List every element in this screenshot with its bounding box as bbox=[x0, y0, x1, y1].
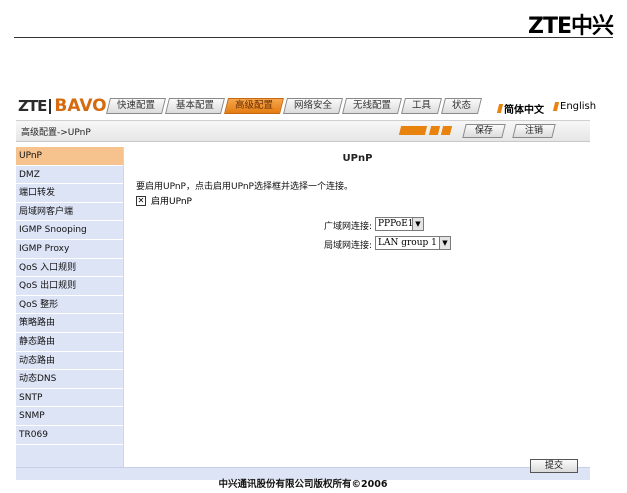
sidebar-item-dmz[interactable]: DMZ bbox=[16, 165, 123, 185]
tab-label: 快速配置 bbox=[117, 100, 156, 111]
chevron-down-icon: ▼ bbox=[439, 237, 450, 249]
sidebar-item-igmp-snooping[interactable]: IGMP Snooping bbox=[16, 221, 123, 240]
orange-stripe-decor bbox=[398, 126, 428, 135]
enable-upnp-checkbox[interactable]: ✕ bbox=[136, 195, 146, 206]
header-rule bbox=[14, 37, 613, 38]
zte-bavo-logo: ZTE BAVO bbox=[18, 96, 107, 116]
sidebar-item-dynamic-dns[interactable]: 动态DNS bbox=[16, 370, 123, 389]
tab-basic-config[interactable]: 基本配置 bbox=[165, 98, 226, 114]
tab-label: 高级配置 bbox=[235, 100, 274, 111]
main-tabs: 快速配置 基本配置 高级配置 网络安全 无线配置 工具 状态 bbox=[106, 98, 483, 114]
tab-label: 网络安全 bbox=[294, 100, 333, 111]
top-nav-bar: ZTE BAVO 快速配置 基本配置 高级配置 网络安全 无线配置 工具 状态 … bbox=[16, 96, 596, 116]
sidebar-item-tr069[interactable]: TR069 bbox=[16, 425, 123, 445]
tab-label: 状态 bbox=[452, 100, 472, 111]
lang-zh-label: 简体中文 bbox=[504, 105, 544, 116]
wan-connection-select[interactable]: PPPoE1 ▼ bbox=[375, 217, 424, 231]
sidebar-item-igmp-proxy[interactable]: IGMP Proxy bbox=[16, 239, 123, 259]
sidebar-item-sntp[interactable]: SNTP bbox=[16, 388, 123, 408]
tab-status[interactable]: 状态 bbox=[441, 98, 483, 114]
lang-simplified-chinese-link[interactable]: 简体中文 bbox=[496, 101, 544, 116]
brand-bavo: BAVO bbox=[54, 96, 107, 116]
brand-separator bbox=[49, 98, 52, 114]
tab-quick-config[interactable]: 快速配置 bbox=[106, 98, 167, 114]
tab-label: 工具 bbox=[412, 100, 432, 111]
sidebar-item-snmp[interactable]: SNMP bbox=[16, 407, 123, 426]
lan-selected-value: LAN group 1 bbox=[378, 238, 437, 248]
instruction-text: 要启用UPnP，点击启用UPnP选择框并选择一个连接。 bbox=[136, 182, 353, 192]
sidebar-item-lan-clients[interactable]: 局域网客户端 bbox=[16, 202, 123, 222]
sidebar-item-policy-routing[interactable]: 策略路由 bbox=[16, 314, 123, 333]
brand-zte: ZTE bbox=[18, 97, 47, 115]
wan-connection-label: 广域网连接: bbox=[323, 222, 372, 232]
lang-english-link[interactable]: English bbox=[552, 101, 597, 112]
tab-advanced-config[interactable]: 高级配置 bbox=[224, 98, 285, 114]
tab-network-security[interactable]: 网络安全 bbox=[283, 98, 344, 114]
sidebar-item-dynamic-routing[interactable]: 动态路由 bbox=[16, 351, 123, 371]
copyright-footer: 中兴通讯股份有限公司版权所有©2006 bbox=[218, 479, 388, 490]
save-button[interactable]: 保存 bbox=[462, 124, 506, 138]
router-ui-screenshot: ZTE BAVO 快速配置 基本配置 高级配置 网络安全 无线配置 工具 状态 … bbox=[16, 96, 596, 490]
sidebar-item-static-routing[interactable]: 静态路由 bbox=[16, 332, 123, 352]
breadcrumb: 高级配置->UPnP bbox=[21, 128, 91, 138]
lang-marker-icon bbox=[496, 104, 504, 113]
enable-upnp-label: 启用UPnP bbox=[151, 197, 192, 207]
enable-upnp-row: ✕ 启用UPnP bbox=[136, 194, 192, 207]
submit-button[interactable]: 提交 bbox=[530, 459, 578, 473]
sidebar-item-upnp[interactable]: UPnP bbox=[16, 147, 123, 166]
wan-selected-value: PPPoE1 bbox=[378, 219, 414, 229]
chevron-down-icon: ▼ bbox=[412, 218, 423, 230]
lan-connection-select[interactable]: LAN group 1 ▼ bbox=[375, 236, 451, 250]
sidebar-item-qos-shaping[interactable]: QoS 整形 bbox=[16, 295, 123, 315]
lan-connection-label: 局域网连接: bbox=[323, 241, 372, 251]
sidebar-item-port-forwarding[interactable]: 端口转发 bbox=[16, 184, 123, 203]
lang-en-label: English bbox=[560, 101, 597, 112]
breadcrumb-bar: 高级配置->UPnP 保存 注销 bbox=[16, 120, 590, 142]
logout-button[interactable]: 注销 bbox=[512, 124, 556, 138]
orange-stripe-decor bbox=[428, 126, 441, 135]
page-title: UPnP bbox=[342, 153, 373, 164]
save-label: 保存 bbox=[475, 126, 494, 136]
upnp-panel: UPnP 要启用UPnP，点击启用UPnP选择框并选择一个连接。 ✕ 启用UPn… bbox=[123, 147, 591, 467]
logout-label: 注销 bbox=[525, 126, 544, 136]
tab-wireless-config[interactable]: 无线配置 bbox=[342, 98, 403, 114]
orange-stripe-decor bbox=[440, 126, 453, 135]
tab-label: 无线配置 bbox=[353, 100, 392, 111]
tab-tools[interactable]: 工具 bbox=[401, 98, 443, 114]
tab-label: 基本配置 bbox=[176, 100, 215, 111]
sidebar-menu: UPnP DMZ 端口转发 局域网客户端 IGMP Snooping IGMP … bbox=[16, 147, 123, 467]
sidebar-item-qos-ingress[interactable]: QoS 入口规则 bbox=[16, 258, 123, 278]
sidebar-item-qos-egress[interactable]: QoS 出口规则 bbox=[16, 277, 123, 296]
zte-document-logo: ZTE中兴 bbox=[528, 14, 614, 39]
lang-marker-icon bbox=[552, 102, 560, 111]
